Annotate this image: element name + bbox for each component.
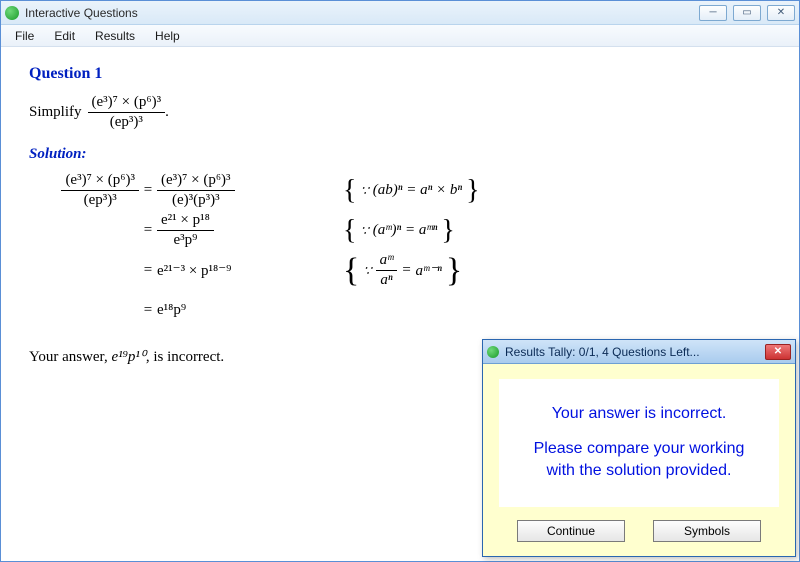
- rule-1: { ∵(ab)ⁿ = aⁿ × bⁿ }: [343, 177, 480, 205]
- equals-sign: =: [139, 262, 157, 279]
- dialog-title: Results Tally: 0/1, 4 Questions Left...: [505, 345, 765, 359]
- dialog-titlebar: Results Tally: 0/1, 4 Questions Left... …: [483, 340, 795, 364]
- feedback-prefix: Your answer,: [29, 349, 111, 365]
- symbols-button[interactable]: Symbols: [653, 520, 761, 542]
- continue-button[interactable]: Continue: [517, 520, 625, 542]
- dialog-app-icon: [487, 346, 499, 358]
- equals-sign: =: [139, 222, 157, 239]
- step1-rhs: (e³)⁷ × (p⁶)³ (e)³(p³)³: [157, 171, 307, 210]
- main-window: Interactive Questions ─ ▭ ✕ File Edit Re…: [0, 0, 800, 562]
- dialog-close-button[interactable]: ✕: [765, 344, 791, 360]
- step-1: (e³)⁷ × (p⁶)³ (ep³)³ = (e³)⁷ × (p⁶)³ (e)…: [29, 171, 771, 211]
- minimize-icon: ─: [709, 7, 716, 18]
- step-3: = e²¹⁻³ × p¹⁸⁻⁹ { ∵ aᵐ aⁿ = aᵐ⁻ⁿ }: [29, 251, 771, 291]
- menu-results[interactable]: Results: [85, 27, 145, 45]
- brace-right-icon: }: [446, 254, 462, 288]
- results-dialog: Results Tally: 0/1, 4 Questions Left... …: [482, 339, 796, 557]
- because-icon: ∵: [360, 223, 368, 239]
- app-icon: [5, 6, 19, 20]
- step3-rhs: e²¹⁻³ × p¹⁸⁻⁹: [157, 261, 307, 280]
- equals-sign: =: [139, 182, 157, 199]
- step2-rhs: e²¹ × p¹⁸ e³p⁹: [157, 211, 307, 250]
- equals-sign: =: [139, 302, 157, 319]
- solution-heading: Solution:: [29, 146, 771, 163]
- titlebar: Interactive Questions ─ ▭ ✕: [1, 1, 799, 25]
- user-answer: e¹⁹p¹⁰: [111, 349, 145, 365]
- step4-rhs: e¹⁸p⁹: [157, 302, 307, 319]
- rule-2: { ∵(aᵐ)ⁿ = aᵐⁿ }: [343, 217, 455, 245]
- brace-left-icon: {: [343, 177, 356, 205]
- menu-help[interactable]: Help: [145, 27, 190, 45]
- menu-edit[interactable]: Edit: [44, 27, 85, 45]
- maximize-icon: ▭: [742, 7, 751, 18]
- step1-lhs: (e³)⁷ × (p⁶)³ (ep³)³: [29, 171, 139, 210]
- prompt-numerator: (e³)⁷ × (p⁶)³: [88, 93, 166, 113]
- prompt-label: Simplify: [29, 104, 82, 121]
- dialog-message: Your answer is incorrect. Please compare…: [498, 378, 780, 508]
- menu-file[interactable]: File: [5, 27, 44, 45]
- maximize-button[interactable]: ▭: [733, 5, 761, 21]
- dialog-body: Your answer is incorrect. Please compare…: [483, 364, 795, 552]
- dialog-line-1: Your answer is incorrect.: [552, 403, 727, 425]
- question-heading: Question 1: [29, 65, 771, 83]
- step-4: = e¹⁸p⁹: [29, 291, 771, 331]
- window-buttons: ─ ▭ ✕: [699, 5, 795, 21]
- brace-right-icon: }: [441, 217, 454, 245]
- question-prompt: Simplify (e³)⁷ × (p⁶)³ (ep³)³ .: [29, 93, 771, 132]
- prompt-expression: (e³)⁷ × (p⁶)³ (ep³)³: [88, 93, 166, 132]
- brace-right-icon: }: [466, 177, 479, 205]
- dialog-line-2: Please compare your working: [534, 438, 745, 460]
- minimize-button[interactable]: ─: [699, 5, 727, 21]
- solution-steps: (e³)⁷ × (p⁶)³ (ep³)³ = (e³)⁷ × (p⁶)³ (e)…: [29, 171, 771, 331]
- because-icon: ∵: [363, 263, 371, 279]
- prompt-period: .: [165, 104, 169, 121]
- close-button[interactable]: ✕: [767, 5, 795, 21]
- close-icon: ✕: [774, 346, 782, 357]
- brace-left-icon: {: [343, 217, 356, 245]
- menubar: File Edit Results Help: [1, 25, 799, 47]
- prompt-denominator: (ep³)³: [88, 113, 166, 132]
- rule-3: { ∵ aᵐ aⁿ = aᵐ⁻ⁿ }: [343, 251, 462, 290]
- window-title: Interactive Questions: [25, 6, 699, 20]
- dialog-line-3: with the solution provided.: [547, 460, 732, 482]
- step-2: = e²¹ × p¹⁸ e³p⁹ { ∵(aᵐ)ⁿ = aᵐⁿ }: [29, 211, 771, 251]
- dialog-buttons: Continue Symbols: [493, 520, 785, 542]
- because-icon: ∵: [360, 183, 368, 199]
- feedback-suffix: , is incorrect.: [146, 349, 224, 365]
- brace-left-icon: {: [343, 254, 359, 288]
- close-icon: ✕: [777, 7, 785, 18]
